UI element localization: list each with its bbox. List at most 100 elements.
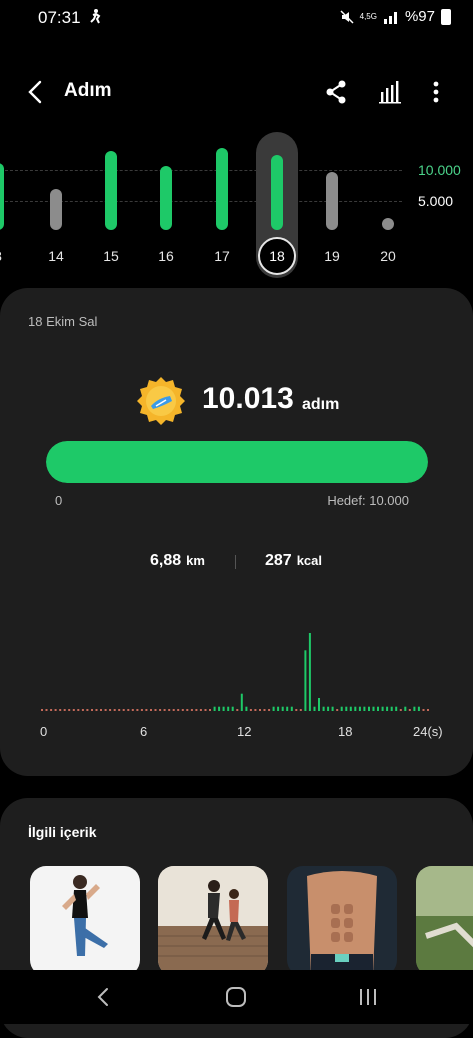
hour-bar xyxy=(340,706,343,711)
related-thumb-stretching[interactable] xyxy=(30,866,140,976)
more-options-icon[interactable] xyxy=(420,76,452,108)
hour-bar xyxy=(199,709,202,711)
day-label-19[interactable]: 19 xyxy=(312,248,352,264)
hour-bar xyxy=(345,706,348,711)
day-label-15[interactable]: 15 xyxy=(91,248,131,264)
hour-bar xyxy=(249,709,252,711)
hour-label-0: 0 xyxy=(40,724,48,739)
day-bar-20[interactable] xyxy=(382,218,394,230)
related-thumb-abs[interactable] xyxy=(287,866,397,976)
day-label-18[interactable]: 18 xyxy=(258,237,296,275)
grid-line-10000 xyxy=(0,170,402,171)
hour-bar xyxy=(41,709,43,711)
hour-bar xyxy=(368,706,370,711)
hour-bar xyxy=(427,709,429,711)
hour-bar xyxy=(322,706,325,711)
hour-bar xyxy=(177,709,180,711)
day-label-3[interactable]: 3 xyxy=(0,248,18,264)
hour-bar xyxy=(113,709,116,711)
share-icon[interactable] xyxy=(320,76,352,108)
hour-bar xyxy=(150,709,152,711)
hour-bar xyxy=(168,709,171,711)
grid-label-10000: 10.000 xyxy=(418,162,461,178)
related-thumb-outdoor[interactable] xyxy=(416,866,473,976)
hour-bar xyxy=(286,706,289,711)
hour-label-24: 24(s) xyxy=(413,724,443,739)
hour-bar xyxy=(358,706,361,711)
hour-bar xyxy=(263,709,266,711)
day-label-17[interactable]: 17 xyxy=(202,248,242,264)
day-label-14[interactable]: 14 xyxy=(36,248,76,264)
day-bar-16[interactable] xyxy=(160,166,172,230)
hour-bar xyxy=(154,709,157,711)
hour-bar xyxy=(408,709,411,711)
day-label-16[interactable]: 16 xyxy=(146,248,186,264)
goal-progress-bar xyxy=(46,441,428,483)
hour-bar xyxy=(295,709,298,711)
hour-bar xyxy=(104,709,107,711)
hour-bar xyxy=(313,706,316,711)
hour-bar xyxy=(50,709,53,711)
goal-progress-fill xyxy=(46,441,428,483)
day-label-20[interactable]: 20 xyxy=(368,248,408,264)
steps-count: 10.013 xyxy=(202,382,294,415)
hour-bar xyxy=(281,706,284,711)
related-thumb-running[interactable] xyxy=(158,866,268,976)
hour-bar xyxy=(422,709,425,711)
hour-bar xyxy=(236,709,239,711)
app-bar: Adım xyxy=(0,60,473,124)
day-bar-14[interactable] xyxy=(50,188,62,230)
hour-bar xyxy=(395,706,398,711)
weekly-steps-chart[interactable]: 10.000 5.000 3 14 15 16 17 18 19 20 xyxy=(0,126,473,286)
progress-start-label: 0 xyxy=(55,493,63,508)
chart-view-icon[interactable] xyxy=(374,76,406,108)
hour-bar xyxy=(277,706,280,711)
hour-bar xyxy=(399,709,402,711)
hour-bar xyxy=(254,709,257,711)
grid-label-5000: 5.000 xyxy=(418,193,454,209)
hour-bar xyxy=(145,709,148,711)
nav-home-icon[interactable] xyxy=(224,985,248,1009)
mute-icon xyxy=(340,9,354,24)
goal-label: Hedef: 10.000 xyxy=(327,493,409,508)
page-title: Adım xyxy=(64,80,112,101)
back-icon[interactable] xyxy=(22,78,50,106)
distance-unit: km xyxy=(186,553,205,568)
hour-bar xyxy=(63,709,66,711)
hour-bar xyxy=(109,709,112,711)
nav-recents-icon[interactable] xyxy=(356,985,380,1009)
hourly-bars xyxy=(41,633,429,711)
selected-date: 18 Ekim Sal xyxy=(28,314,98,329)
hour-bar xyxy=(81,709,84,711)
system-nav-bar xyxy=(0,970,473,1024)
day-bar-15[interactable] xyxy=(105,151,117,230)
hour-bar xyxy=(218,706,221,711)
daily-summary-card: 18 Ekim Sal 10.013 adım 0 Hedef: 10.000 … xyxy=(0,288,473,776)
nav-back-icon[interactable] xyxy=(92,984,116,1010)
muscular-man-image xyxy=(307,871,377,976)
day-bar-3[interactable] xyxy=(0,162,4,230)
hour-bar xyxy=(222,706,225,711)
day-bar-19[interactable] xyxy=(326,171,338,230)
hour-bar xyxy=(363,706,366,711)
hour-bar xyxy=(318,698,320,711)
hour-bar xyxy=(100,709,102,711)
activity-icon xyxy=(90,9,101,24)
stretching-woman-image xyxy=(62,875,108,956)
signal-icon xyxy=(383,11,397,24)
status-time: 07:31 xyxy=(38,8,81,27)
hour-bar xyxy=(268,709,271,711)
hour-bar xyxy=(122,709,125,711)
hour-bar xyxy=(77,709,80,711)
hour-bar xyxy=(68,709,71,711)
hour-bar xyxy=(336,709,339,711)
hour-bar xyxy=(140,709,143,711)
hour-bar xyxy=(186,709,189,711)
day-bar-17[interactable] xyxy=(216,147,228,230)
day-bar-18[interactable] xyxy=(271,154,283,230)
battery-percent: %97 xyxy=(404,8,435,25)
hour-bar xyxy=(136,709,139,711)
hour-bar xyxy=(190,709,193,711)
hour-bar xyxy=(59,709,62,711)
hour-bar xyxy=(308,633,311,711)
